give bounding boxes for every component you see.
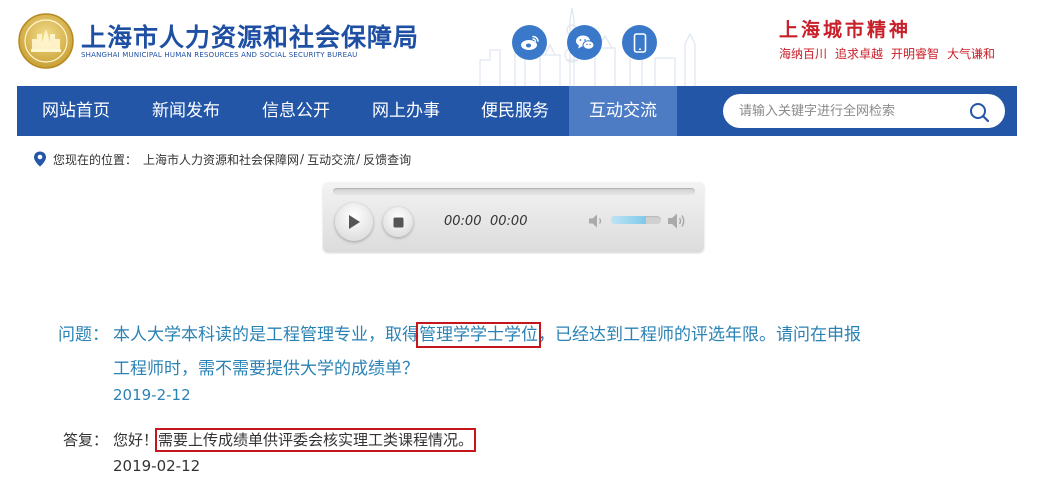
breadcrumb-separator: / xyxy=(300,152,305,166)
breadcrumb-separator: / xyxy=(356,152,361,166)
breadcrumb-link-home[interactable]: 上海市人力资源和社会保障网 xyxy=(143,151,299,168)
stop-icon xyxy=(393,217,403,227)
answer-label: 答复： xyxy=(63,431,109,449)
breadcrumb-current[interactable]: 反馈查询 xyxy=(363,151,411,168)
mobile-glyph xyxy=(633,32,646,53)
city-spirit-item: 开明睿智 xyxy=(891,47,940,61)
site-title[interactable]: 上海市人力资源和社会保障局 xyxy=(81,18,419,54)
wechat-glyph xyxy=(575,35,594,50)
volume-slider[interactable] xyxy=(611,216,661,224)
question-label: 问题： xyxy=(58,325,109,345)
nav-item-online-services[interactable]: 网上办事 xyxy=(355,86,457,136)
weibo-icon[interactable] xyxy=(512,25,547,60)
audio-player: 00:00 00:00 xyxy=(323,182,704,252)
volume-high-icon[interactable] xyxy=(666,210,688,232)
city-spirit-item: 海纳百川 xyxy=(779,47,828,61)
breadcrumb: 您现在的位置： 上海市人力资源和社会保障网 / 互动交流 / 反馈查询 xyxy=(33,150,411,168)
search-input[interactable] xyxy=(739,94,959,128)
nav-item-interaction[interactable]: 互动交流 xyxy=(569,86,677,136)
duration-time: 00:00 xyxy=(490,214,528,229)
weibo-glyph xyxy=(520,35,539,50)
answer-highlight: 需要上传成绩单供评委会核实理工类课程情况。 xyxy=(155,428,477,452)
city-spirit-item: 追求卓越 xyxy=(835,47,884,61)
mobile-icon[interactable] xyxy=(622,25,657,60)
answer-greeting: 您好！ xyxy=(113,431,159,449)
city-spirit-slogans: 海纳百川 追求卓越 开明睿智 大气谦和 xyxy=(779,45,995,62)
site-header: 上海市人力资源和社会保障局 SHANGHAI MUNICIPAL HUMAN R… xyxy=(0,0,1060,86)
bureau-emblem-logo[interactable] xyxy=(17,12,75,70)
wechat-icon[interactable] xyxy=(567,25,602,60)
main-nav: 网站首页 新闻发布 信息公开 网上办事 便民服务 互动交流 xyxy=(17,86,1017,136)
audio-progress-bar[interactable] xyxy=(333,188,695,195)
search-icon[interactable] xyxy=(967,100,991,124)
search-box xyxy=(723,94,1005,128)
question-highlight-degree: 管理学学士学位 xyxy=(416,322,541,348)
nav-item-public-services[interactable]: 便民服务 xyxy=(464,86,566,136)
breadcrumb-label: 您现在的位置： xyxy=(53,152,138,167)
current-time: 00:00 xyxy=(444,214,482,229)
location-pin-icon xyxy=(34,151,46,167)
nav-item-info-disclosure[interactable]: 信息公开 xyxy=(245,86,347,136)
city-spirit-title: 上海城市精神 xyxy=(779,19,912,41)
volume-low-icon[interactable] xyxy=(587,212,605,230)
answer-date: 2019-02-12 xyxy=(113,457,201,475)
question-text-line2: 工程师时，需不需要提供大学的成绩单？ xyxy=(113,359,419,379)
question-text-line1: 本人大学本科读的是工程管理专业，取得管理学学士学位，已经达到工程师的评选年限。请… xyxy=(113,320,861,348)
question-text-part: 本人大学本科读的是工程管理专业，取得 xyxy=(113,325,419,345)
question-text-part: ，已经达到工程师的评选年限。请问在申报 xyxy=(538,325,861,345)
volume-level-fill xyxy=(611,216,646,224)
nav-item-home[interactable]: 网站首页 xyxy=(25,86,127,136)
stop-button[interactable] xyxy=(383,207,413,237)
question-date: 2019-2-12 xyxy=(113,386,191,404)
search-glyph xyxy=(970,103,990,123)
nav-item-news[interactable]: 新闻发布 xyxy=(135,86,237,136)
city-spirit-item: 大气谦和 xyxy=(947,47,996,61)
answer-text: 您好！需要上传成绩单供评委会核实理工类课程情况。 xyxy=(113,428,477,452)
play-button[interactable] xyxy=(335,203,373,241)
breadcrumb-link-interaction[interactable]: 互动交流 xyxy=(307,151,355,168)
play-icon xyxy=(349,215,360,229)
site-subtitle: SHANGHAI MUNICIPAL HUMAN RESOURCES AND S… xyxy=(81,51,358,59)
